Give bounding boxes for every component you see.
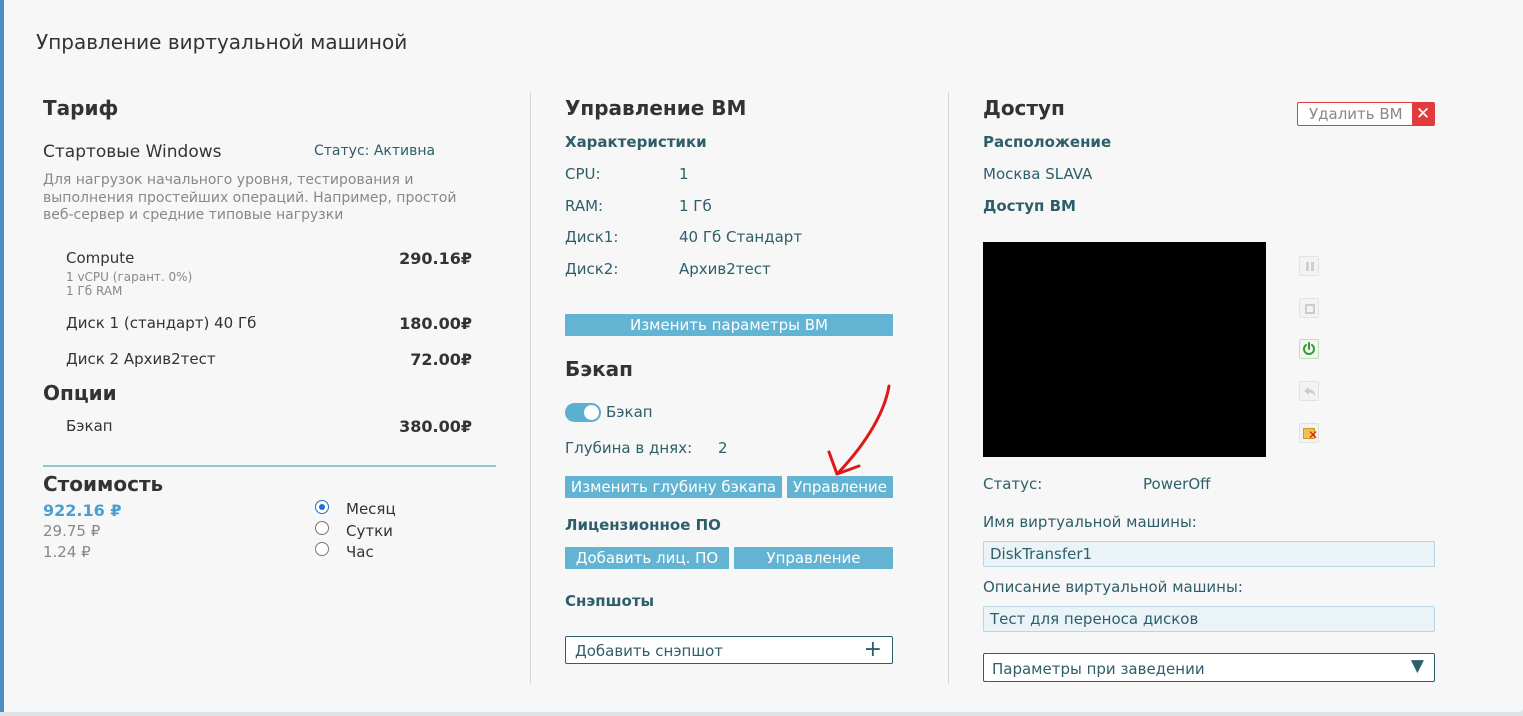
cost-hour: 1.24 ₽ bbox=[43, 543, 91, 561]
snapshots-heading: Снэпшоты bbox=[565, 592, 655, 610]
backup-toggle-label: Бэкап bbox=[606, 403, 653, 421]
vm-name-field[interactable]: DiskTransfer1 bbox=[983, 541, 1435, 567]
spec-value: 1 bbox=[679, 165, 689, 183]
options-heading: Опции bbox=[43, 381, 117, 405]
vm-heading: Управление ВМ bbox=[565, 96, 747, 120]
vm-name-label: Имя виртуальной машины: bbox=[983, 513, 1197, 531]
change-params-button[interactable]: Изменить параметры ВМ bbox=[565, 314, 893, 336]
tariff-heading: Тариф bbox=[43, 96, 119, 120]
add-license-button[interactable]: Добавить лиц. ПО bbox=[565, 547, 729, 569]
tariff-description: Для нагрузок начального уровня, тестиров… bbox=[43, 172, 503, 225]
tariff-description-line: веб-сервер и средние типовые нагрузки bbox=[43, 207, 344, 223]
spec-value: 40 Гб Стандарт bbox=[679, 228, 803, 246]
license-manage-button[interactable]: Управление bbox=[734, 547, 893, 569]
price-item-name: Compute bbox=[66, 249, 135, 267]
price-row-disk2: Диск 2 Архив2тест bbox=[66, 350, 216, 368]
price-row-disk1: Диск 1 (стандарт) 40 Гб bbox=[66, 314, 256, 332]
pause-icon[interactable] bbox=[1299, 256, 1319, 276]
vm-status-value: PowerOff bbox=[1143, 475, 1211, 493]
divider bbox=[43, 465, 496, 467]
location-value: Москва SLAVA bbox=[983, 165, 1093, 183]
period-radio-month[interactable] bbox=[315, 500, 329, 514]
license-heading: Лицензионное ПО bbox=[565, 516, 721, 534]
reset-icon[interactable] bbox=[1299, 381, 1319, 401]
delete-vm-button[interactable]: Удалить ВМ ✕ bbox=[1297, 102, 1435, 126]
tariff-description-line: Для нагрузок начального уровня, тестиров… bbox=[43, 172, 414, 188]
price-item-value: 290.16₽ bbox=[399, 249, 472, 268]
stop-icon[interactable] bbox=[1299, 298, 1319, 318]
price-item-subline: 1 Гб RAM bbox=[66, 284, 123, 298]
spec-value: Архив2тест bbox=[679, 260, 771, 278]
toggle-knob bbox=[584, 405, 599, 420]
price-row-compute: Compute 1 vCPU (гарант. 0%) 1 Гб RAM bbox=[66, 249, 192, 298]
vm-status-label: Статус: bbox=[983, 475, 1043, 493]
option-name: Бэкап bbox=[66, 417, 113, 435]
backup-heading: Бэкап bbox=[565, 357, 633, 381]
depth-value: 2 bbox=[718, 439, 728, 457]
vm-access-heading: Доступ ВМ bbox=[983, 197, 1076, 215]
cost-heading: Стоимость bbox=[43, 472, 164, 496]
tariff-status: Статус: Активна bbox=[314, 143, 436, 159]
vm-console-screen[interactable] bbox=[983, 242, 1266, 457]
vm-management-panel: Управление виртуальной машиной Тариф Ста… bbox=[0, 0, 1523, 712]
price-item-name: Диск 2 Архив2тест bbox=[66, 350, 216, 368]
option-row-backup: Бэкап bbox=[66, 417, 113, 435]
arrow-annotation-icon bbox=[827, 384, 891, 476]
tariff-description-line: выполнения простейших операций. Например… bbox=[43, 189, 457, 206]
price-item-name: Диск 1 (стандарт) 40 Гб bbox=[66, 314, 257, 332]
period-radio-hour[interactable] bbox=[315, 542, 329, 556]
spec-label: Диск2: bbox=[565, 260, 619, 278]
period-label-month: Месяц bbox=[346, 500, 396, 518]
specs-heading: Характеристики bbox=[565, 133, 707, 151]
params-select[interactable]: Параметры при заведении ▼ bbox=[983, 653, 1435, 682]
delete-disk-icon[interactable]: ✕ bbox=[1299, 423, 1319, 443]
close-icon: ✕ bbox=[1412, 103, 1434, 125]
access-heading: Доступ bbox=[983, 96, 1065, 120]
chevron-down-icon: ▼ bbox=[1410, 656, 1424, 676]
period-label-day: Сутки bbox=[346, 522, 393, 540]
column-divider bbox=[530, 92, 531, 684]
column-divider bbox=[948, 92, 949, 684]
spec-label: Диск1: bbox=[565, 228, 619, 246]
power-on-icon[interactable] bbox=[1299, 339, 1319, 359]
spec-value: 1 Гб bbox=[679, 197, 712, 215]
spec-label: CPU: bbox=[565, 165, 601, 183]
add-snapshot-button[interactable]: Добавить снэпшот + bbox=[565, 636, 893, 664]
spec-label: RAM: bbox=[565, 197, 604, 215]
backup-toggle[interactable] bbox=[565, 403, 601, 422]
plus-icon: + bbox=[863, 637, 882, 662]
period-radio-day[interactable] bbox=[315, 521, 329, 535]
page-title: Управление виртуальной машиной bbox=[36, 30, 408, 54]
cost-day: 29.75 ₽ bbox=[43, 522, 101, 540]
period-label-hour: Час bbox=[346, 543, 374, 561]
vm-description-field[interactable]: Тест для переноса дисков bbox=[983, 606, 1435, 632]
price-item-value: 72.00₽ bbox=[410, 350, 472, 369]
price-item-subline: 1 vCPU (гарант. 0%) bbox=[66, 270, 193, 284]
vm-desc-label: Описание виртуальной машины: bbox=[983, 578, 1243, 596]
add-snapshot-label: Добавить снэпшот bbox=[575, 642, 724, 660]
cost-month: 922.16 ₽ bbox=[43, 501, 122, 520]
delete-vm-label: Удалить ВМ bbox=[1309, 105, 1403, 123]
change-depth-button[interactable]: Изменить глубину бэкапа bbox=[565, 476, 782, 498]
tariff-name: Стартовые Windows bbox=[43, 142, 222, 162]
depth-label: Глубина в днях: bbox=[565, 439, 693, 457]
price-item-value: 180.00₽ bbox=[399, 314, 472, 333]
location-heading: Расположение bbox=[983, 133, 1112, 151]
params-select-value: Параметры при заведении bbox=[992, 660, 1205, 678]
option-price: 380.00₽ bbox=[399, 417, 472, 436]
